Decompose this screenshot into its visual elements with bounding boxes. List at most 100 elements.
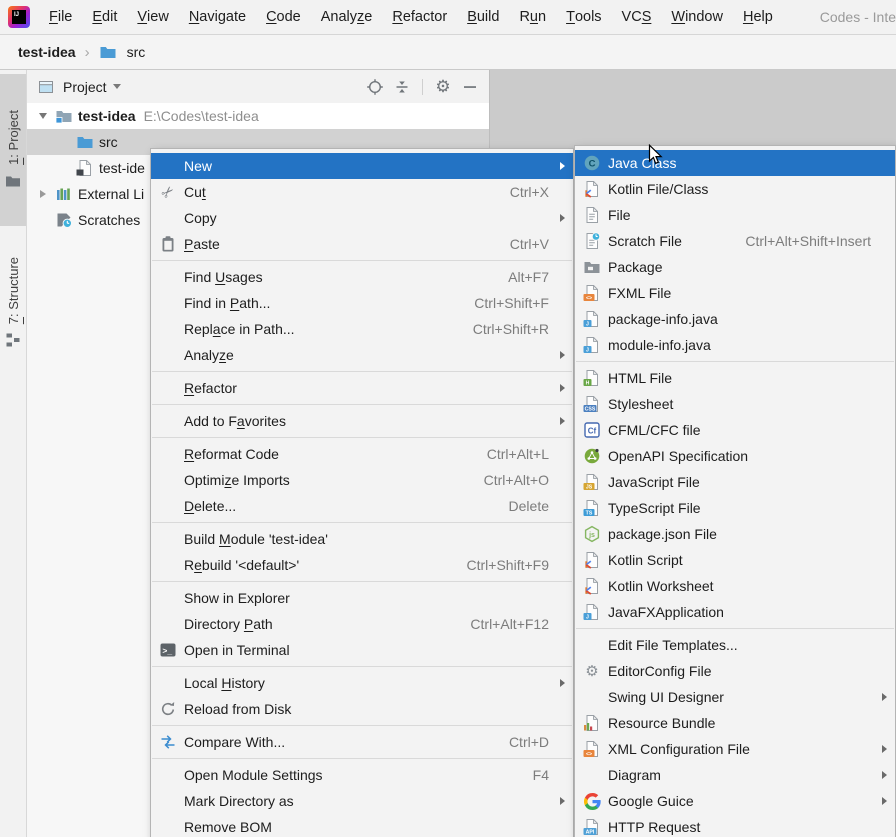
menu-item-label: FXML File (608, 285, 671, 301)
tool-window-tab-7-structure[interactable]: 7: Structure (0, 236, 26, 370)
context-menu-item-find-usages[interactable]: Find UsagesAlt+F7 (151, 264, 573, 290)
submenu-item-java-class[interactable]: CJava Class (575, 150, 895, 176)
menubar-item-file[interactable]: File (39, 0, 82, 35)
scissors-icon: ✂ (159, 183, 177, 201)
context-menu-item-rebuild-default[interactable]: Rebuild '<default>'Ctrl+Shift+F9 (151, 552, 573, 578)
submenu-item-module-info-java[interactable]: Jmodule-info.java (575, 332, 895, 358)
context-menu-item-local-history[interactable]: Local History (151, 670, 573, 696)
submenu-item-javascript-file[interactable]: JSJavaScript File (575, 469, 895, 495)
submenu-item-typescript-file[interactable]: TSTypeScript File (575, 495, 895, 521)
menubar-item-view[interactable]: View (127, 0, 178, 35)
chevron-right-icon[interactable] (36, 190, 49, 198)
submenu-item-http-request[interactable]: APIHTTP Request (575, 814, 895, 837)
context-menu-item-new[interactable]: New (151, 153, 573, 179)
breadcrumb-item-test-idea[interactable]: test-idea (18, 44, 76, 60)
submenu-item-resource-bundle[interactable]: Resource Bundle (575, 710, 895, 736)
context-menu-item-paste[interactable]: PasteCtrl+V (151, 231, 573, 257)
context-menu-item-compare-with[interactable]: Compare With...Ctrl+D (151, 729, 573, 755)
svg-text:TS: TS (586, 510, 593, 516)
project-panel-header: Project ⚙ (27, 70, 489, 103)
menubar-item-refactor[interactable]: Refactor (382, 0, 457, 35)
submenu-item-kotlin-worksheet[interactable]: Kotlin Worksheet (575, 573, 895, 599)
submenu-item-scratch-file[interactable]: Scratch FileCtrl+Alt+Shift+Insert (575, 228, 895, 254)
chevron-down-icon[interactable] (36, 113, 49, 119)
submenu-item-swing-ui-designer[interactable]: Swing UI Designer (575, 684, 895, 710)
context-menu-item-remove-bom[interactable]: Remove BOM (151, 814, 573, 837)
tree-item-label: src (99, 134, 118, 150)
submenu-item-cfml-cfc-file[interactable]: CfCFML/CFC file (575, 417, 895, 443)
menubar-item-build[interactable]: Build (457, 0, 509, 35)
minimize-button[interactable] (459, 76, 481, 98)
html-file-icon: H (583, 369, 601, 387)
context-menu-item-cut[interactable]: ✂CutCtrl+X (151, 179, 573, 205)
submenu-item-xml-configuration-file[interactable]: <>XML Configuration File (575, 736, 895, 762)
menubar-item-vcs[interactable]: VCS (612, 0, 662, 35)
menubar-item-analyze[interactable]: Analyze (311, 0, 383, 35)
submenu-item-html-file[interactable]: HHTML File (575, 365, 895, 391)
context-menu-item-refactor[interactable]: Refactor (151, 375, 573, 401)
submenu-item-edit-file-templates[interactable]: Edit File Templates... (575, 632, 895, 658)
submenu-item-openapi-specification[interactable]: OpenAPI Specification (575, 443, 895, 469)
context-menu-item-reformat-code[interactable]: Reformat CodeCtrl+Alt+L (151, 441, 573, 467)
menu-item-shortcut: Ctrl+Alt+L (469, 446, 549, 462)
project-view-selector[interactable]: Project (35, 76, 121, 98)
context-menu-item-find-in-path[interactable]: Find in Path...Ctrl+Shift+F (151, 290, 573, 316)
context-menu-item-build-module-test-idea[interactable]: Build Module 'test-idea' (151, 526, 573, 552)
menubar-item-window[interactable]: Window (661, 0, 733, 35)
context-menu-item-optimize-imports[interactable]: Optimize Imports Ctrl+Alt+O (151, 467, 573, 493)
menubar-item-help[interactable]: Help (733, 0, 783, 35)
submenu-item-editorconfig-file[interactable]: ⚙EditorConfig File (575, 658, 895, 684)
tool-window-tab-1-project[interactable]: 1: Project (0, 74, 26, 226)
menu-separator (152, 522, 572, 523)
menubar-item-tools[interactable]: Tools (556, 0, 611, 35)
menubar-item-code[interactable]: Code (256, 0, 311, 35)
context-menu-item-add-to-favorites[interactable]: Add to Favorites (151, 408, 573, 434)
submenu-item-package-json-file[interactable]: jspackage.json File (575, 521, 895, 547)
reload-icon (159, 700, 177, 718)
menubar-item-navigate[interactable]: Navigate (179, 0, 256, 35)
breadcrumb: test-idea › src (0, 35, 896, 70)
menu-item-shortcut: Ctrl+Alt+O (466, 472, 549, 488)
context-menu-item-show-in-explorer[interactable]: Show in Explorer (151, 585, 573, 611)
menu-item-shortcut: Ctrl+X (492, 184, 549, 200)
tree-item-test-idea[interactable]: test-ideaE:\Codes\test-idea (27, 103, 489, 129)
empty-icon-slot (159, 157, 177, 175)
menu-item-label: Refactor (184, 380, 237, 396)
context-menu-item-replace-in-path[interactable]: Replace in Path...Ctrl+Shift+R (151, 316, 573, 342)
empty-icon-slot (159, 471, 177, 489)
menu-item-label: Replace in Path... (184, 321, 295, 337)
locate-button[interactable] (364, 76, 386, 98)
submenu-item-package-info-java[interactable]: Jpackage-info.java (575, 306, 895, 332)
submenu-item-file[interactable]: File (575, 202, 895, 228)
gear-button[interactable]: ⚙ (432, 76, 454, 98)
menu-item-label: Delete... (184, 498, 236, 514)
breadcrumb-separator-icon: › (85, 44, 90, 61)
submenu-arrow-icon (877, 771, 887, 779)
context-menu-item-analyze[interactable]: Analyze (151, 342, 573, 368)
context-menu-item-copy[interactable]: Copy (151, 205, 573, 231)
submenu-item-fxml-file[interactable]: <>FXML File (575, 280, 895, 306)
submenu-item-diagram[interactable]: Diagram (575, 762, 895, 788)
folder-icon (99, 43, 117, 61)
terminal-icon: >_ (159, 641, 177, 659)
menubar-item-edit[interactable]: Edit (82, 0, 127, 35)
svg-text:API: API (586, 829, 595, 835)
breadcrumb-item-src[interactable]: src (99, 43, 146, 61)
context-menu-item-reload-from-disk[interactable]: Reload from Disk (151, 696, 573, 722)
submenu-item-package[interactable]: Package (575, 254, 895, 280)
menu-item-label: Optimize Imports (184, 472, 290, 488)
menubar-item-run[interactable]: Run (509, 0, 556, 35)
submenu-item-javafxapplication[interactable]: JJavaFXApplication (575, 599, 895, 625)
empty-icon-slot (159, 320, 177, 338)
context-menu-item-mark-directory-as[interactable]: Mark Directory as (151, 788, 573, 814)
context-menu-item-open-module-settings[interactable]: Open Module SettingsF4 (151, 762, 573, 788)
gear-gray-icon: ⚙ (583, 662, 601, 680)
context-menu-item-open-in-terminal[interactable]: >_Open in Terminal (151, 637, 573, 663)
context-menu-item-directory-path[interactable]: Directory PathCtrl+Alt+F12 (151, 611, 573, 637)
submenu-item-stylesheet[interactable]: CSSStylesheet (575, 391, 895, 417)
collapse-all-button[interactable] (391, 76, 413, 98)
submenu-item-kotlin-script[interactable]: Kotlin Script (575, 547, 895, 573)
context-menu-item-delete[interactable]: Delete...Delete (151, 493, 573, 519)
submenu-item-kotlin-file-class[interactable]: Kotlin File/Class (575, 176, 895, 202)
submenu-item-google-guice[interactable]: Google Guice (575, 788, 895, 814)
